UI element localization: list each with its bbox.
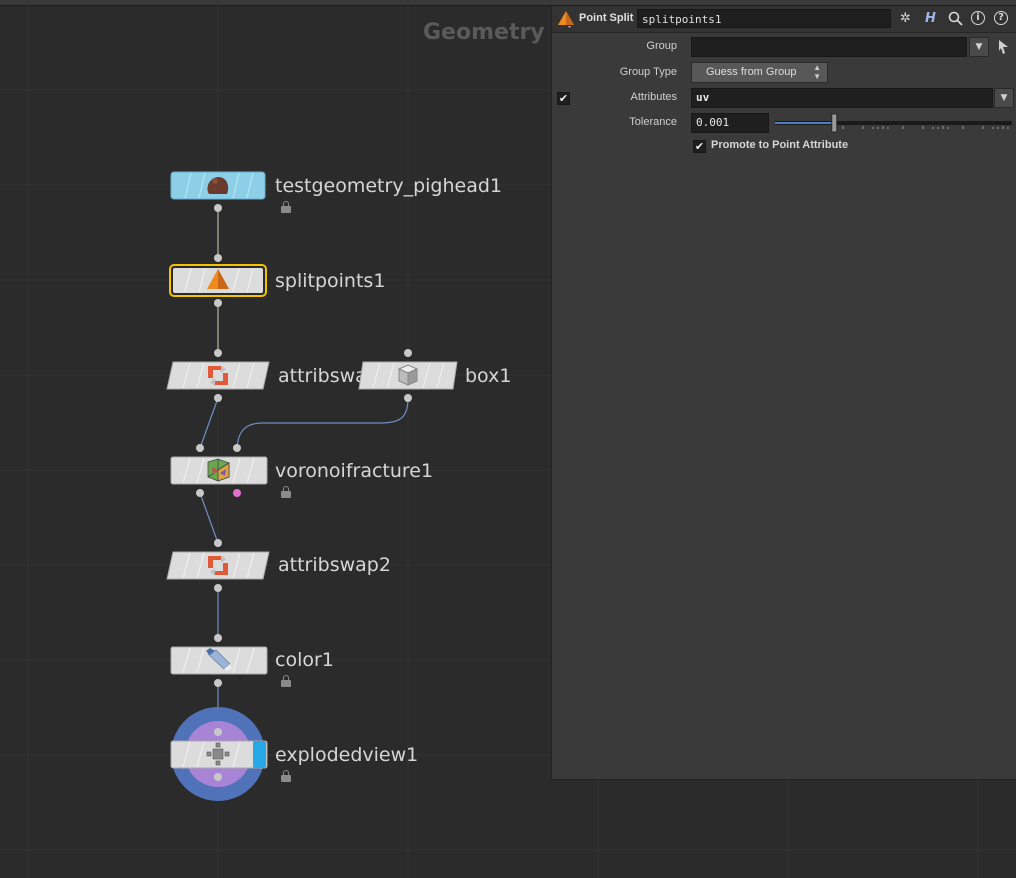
tolerance-field[interactable]: 0.001	[691, 113, 769, 133]
output-connector[interactable]	[214, 394, 222, 402]
node-explodedview1[interactable]	[163, 700, 273, 810]
output-connector[interactable]	[196, 489, 204, 497]
parameter-pane-header: Point Split splitpoints1 ✲ H i ?	[552, 6, 1016, 33]
select-arrow-icon[interactable]	[996, 39, 1010, 55]
group-field[interactable]	[691, 37, 967, 57]
group-menu-button[interactable]: ▼	[969, 37, 989, 57]
info-icon[interactable]: i	[971, 11, 985, 25]
output-connector[interactable]	[214, 679, 222, 687]
parameter-pane: Point Split splitpoints1 ✲ H i ? Group ▼…	[551, 6, 1016, 780]
voronoi-icon	[207, 458, 230, 482]
search-icon[interactable]	[947, 10, 964, 27]
network-grid-lower	[551, 780, 1016, 878]
attributes-label: Attributes	[630, 91, 677, 103]
node-label-box1: box1	[465, 365, 512, 387]
attributes-enable-checkbox[interactable]: ✔	[557, 92, 570, 105]
group-type-dropdown[interactable]: Guess from Group ▲ ▼	[691, 62, 828, 83]
node-splitpoints1[interactable]	[163, 252, 273, 308]
output-connector[interactable]	[404, 394, 412, 402]
group-label: Group	[646, 40, 677, 52]
display-flag[interactable]	[253, 741, 266, 768]
node-label-voronoifracture1: voronoifracture1	[275, 460, 434, 482]
node-type-label: Point Split	[579, 12, 634, 24]
output-connector[interactable]	[214, 584, 222, 592]
input-connector[interactable]	[214, 349, 222, 357]
node-attribswap2[interactable]	[163, 537, 273, 593]
updown-arrows-icon: ▲ ▼	[813, 63, 821, 81]
wire-box1-to-voronoi	[236, 397, 409, 449]
output-connector[interactable]	[214, 204, 222, 212]
node-label-color1: color1	[275, 649, 334, 671]
node-name-field[interactable]: splitpoints1	[637, 9, 891, 28]
node-label-splitpoints1: splitpoints1	[275, 270, 386, 292]
lock-icon	[281, 770, 291, 782]
input-connector[interactable]	[404, 349, 412, 357]
node-testgeometry-pighead1[interactable]	[163, 164, 273, 214]
pyramid-icon	[558, 11, 574, 28]
output-connector-2[interactable]	[233, 489, 241, 497]
wire-attribswap1-to-voronoi	[199, 397, 219, 449]
input-connector[interactable]	[214, 254, 222, 262]
lock-icon	[281, 675, 291, 687]
attributes-field[interactable]: uv	[691, 88, 993, 108]
output-connector[interactable]	[214, 299, 222, 307]
slider-handle[interactable]	[831, 113, 838, 133]
attributes-menu-button[interactable]: ▼	[994, 88, 1014, 108]
node-color1[interactable]	[163, 632, 273, 688]
group-type-label: Group Type	[619, 66, 677, 78]
node-label-explodedview1: explodedview1	[275, 744, 419, 766]
node-label-attribswap2: attribswap2	[278, 554, 391, 576]
input-connector[interactable]	[233, 444, 241, 452]
box-icon	[397, 364, 419, 386]
help-icon[interactable]: ?	[994, 11, 1008, 25]
wire-voronoi-to-attribswap2	[199, 492, 219, 544]
node-voronoifracture1[interactable]	[163, 442, 273, 498]
input-connector[interactable]	[196, 444, 204, 452]
output-connector[interactable]	[214, 773, 222, 781]
group-type-value: Guess from Group	[706, 66, 797, 78]
input-connector[interactable]	[214, 634, 222, 642]
promote-label: Promote to Point Attribute	[711, 139, 849, 151]
node-box1[interactable]	[353, 347, 463, 403]
node-attribswap1[interactable]	[163, 347, 273, 403]
tolerance-slider[interactable]	[773, 112, 1014, 134]
lock-icon	[281, 486, 291, 498]
gear-icon[interactable]: ✲	[897, 10, 914, 27]
input-connector[interactable]	[214, 728, 222, 736]
lock-icon	[281, 201, 291, 213]
node-label-testgeometry-pighead1: testgeometry_pighead1	[275, 175, 502, 197]
promote-checkbox[interactable]: ✔	[693, 140, 706, 153]
tolerance-label: Tolerance	[629, 116, 677, 128]
houdini-h-icon[interactable]: H	[922, 10, 939, 27]
input-connector[interactable]	[214, 539, 222, 547]
